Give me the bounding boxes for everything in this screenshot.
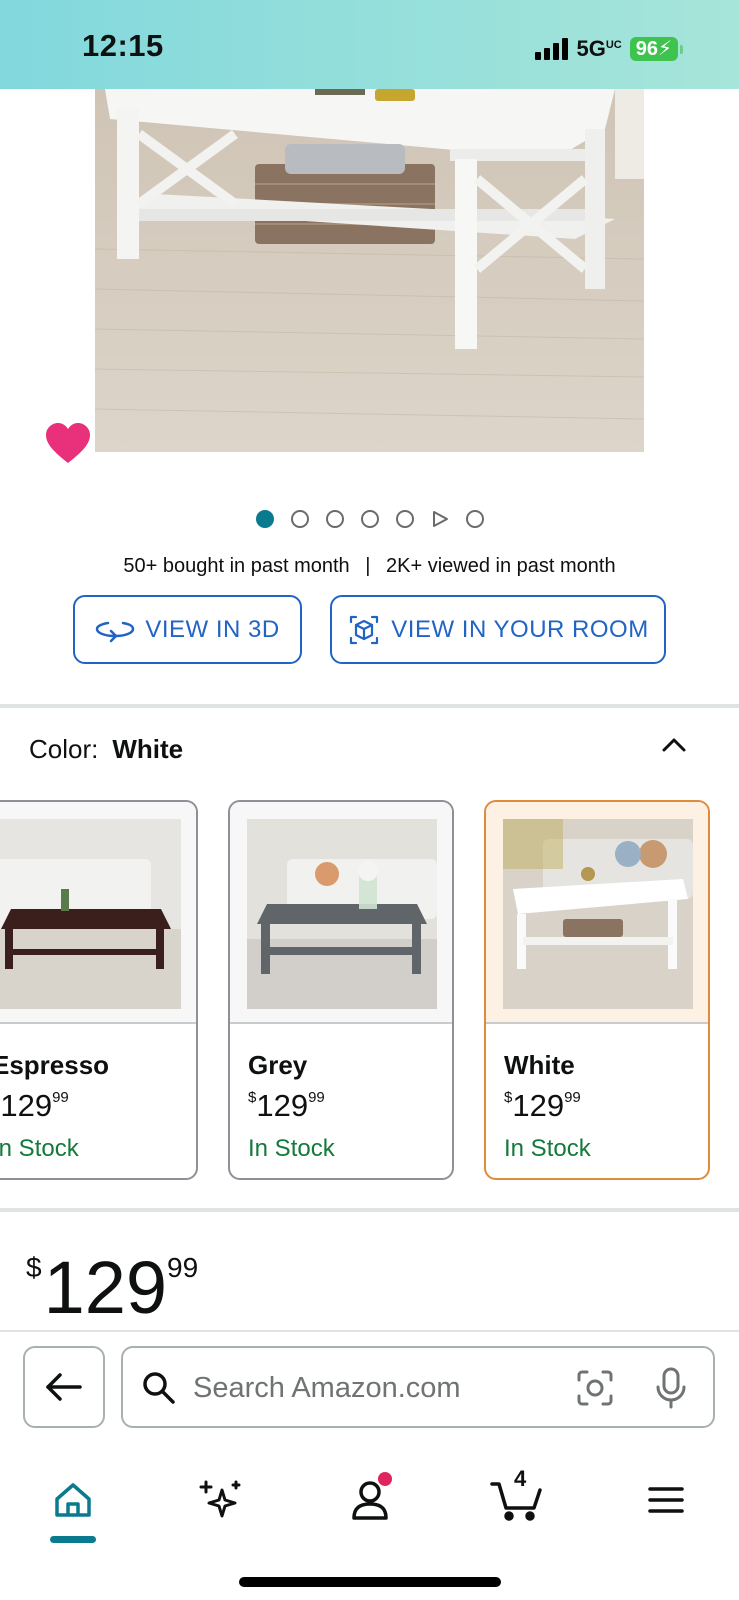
carousel-dot[interactable] — [360, 510, 379, 528]
tab-menu[interactable] — [636, 1470, 696, 1530]
color-option-price: $12999 — [504, 1088, 581, 1124]
signal-icon — [535, 38, 569, 60]
video-play-icon[interactable] — [431, 510, 449, 528]
view-in-your-room-button[interactable]: VIEW IN YOUR ROOM — [330, 595, 666, 664]
ar-cube-icon — [350, 615, 379, 644]
bought-stat: 50+ bought in past month — [123, 555, 350, 577]
tab-cart[interactable]: 4 — [488, 1466, 548, 1530]
product-image[interactable] — [95, 89, 644, 452]
arrow-left-icon — [46, 1373, 82, 1401]
view-in-your-room-label: VIEW IN YOUR ROOM — [391, 615, 649, 643]
swatch-image-area — [230, 802, 452, 1024]
network-label: 5G — [576, 36, 606, 61]
color-option-price: $12999 — [248, 1088, 325, 1124]
carousel-dot[interactable] — [465, 510, 484, 528]
price-fraction: 99 — [52, 1089, 69, 1106]
color-option-price: $12999 — [0, 1088, 69, 1124]
home-indicator — [239, 1577, 501, 1587]
stats-separator: | — [365, 555, 371, 577]
microphone-icon[interactable] — [653, 1366, 689, 1410]
battery-icon: 96⚡ — [629, 37, 683, 61]
bottom-search-bar: Search Amazon.com — [0, 1330, 739, 1452]
hamburger-menu-icon — [648, 1487, 684, 1513]
home-icon — [55, 1483, 91, 1517]
view-in-3d-label: VIEW IN 3D — [145, 615, 280, 643]
battery-percentage: 96 — [635, 38, 658, 60]
stock-status: In Stock — [0, 1135, 79, 1162]
carousel-dot[interactable] — [325, 510, 344, 528]
active-tab-indicator — [50, 1536, 96, 1543]
price-whole: 129 — [0, 1088, 53, 1123]
network-indicator: 5GUC — [576, 36, 621, 62]
white-table-image — [503, 819, 693, 1009]
battery-level: 96⚡ — [629, 37, 678, 61]
carousel-dot[interactable] — [395, 510, 414, 528]
tab-rufus[interactable] — [190, 1470, 250, 1530]
swatch-image-area — [0, 802, 196, 1024]
image-carousel-dots — [0, 510, 739, 528]
color-label: Color: — [29, 734, 99, 764]
carousel-dot-active[interactable] — [255, 510, 274, 528]
rotate-3d-icon — [96, 621, 135, 642]
section-divider — [0, 704, 739, 708]
color-option-white[interactable]: White $12999 In Stock — [484, 800, 710, 1180]
swatch-image-area — [486, 802, 708, 1024]
purchase-stats: 50+ bought in past month | 2K+ viewed in… — [0, 555, 739, 578]
search-placeholder: Search Amazon.com — [193, 1372, 461, 1404]
tab-home[interactable] — [43, 1470, 103, 1543]
price-whole: 129 — [256, 1088, 309, 1123]
stock-status: In Stock — [248, 1135, 335, 1162]
carousel-dot[interactable] — [290, 510, 309, 528]
section-divider — [0, 1208, 739, 1212]
bottom-tab-bar: 4 — [0, 1452, 739, 1600]
status-time: 12:15 — [82, 28, 164, 63]
price-fraction: 99 — [564, 1089, 581, 1106]
color-option-name: Grey — [248, 1050, 308, 1080]
price-fraction: 99 — [167, 1252, 199, 1283]
search-icon — [143, 1372, 175, 1404]
stock-status: In Stock — [504, 1135, 591, 1162]
espresso-table-image — [0, 819, 181, 1009]
search-input[interactable]: Search Amazon.com — [121, 1346, 715, 1428]
cart-count: 4 — [514, 1466, 527, 1491]
favorite-heart-icon[interactable] — [44, 420, 92, 468]
color-option-name: Espresso — [0, 1050, 110, 1080]
price-whole: 129 — [43, 1246, 168, 1329]
view-in-3d-button[interactable]: VIEW IN 3D — [73, 595, 302, 664]
chevron-up-icon[interactable] — [659, 730, 689, 760]
color-selector-header: Color: White — [29, 734, 183, 765]
product-price: $12999 — [26, 1245, 198, 1330]
viewed-stat: 2K+ viewed in past month — [386, 555, 616, 577]
status-bar: 12:15 5GUC 96⚡ — [0, 0, 739, 89]
color-option-name: White — [504, 1050, 575, 1080]
color-selected-value: White — [112, 734, 184, 764]
tab-account[interactable] — [340, 1470, 400, 1530]
network-suffix: UC — [605, 39, 622, 51]
price-fraction: 99 — [308, 1089, 325, 1106]
camera-lens-icon[interactable] — [575, 1368, 615, 1408]
notification-dot — [378, 1472, 392, 1486]
price-whole: 129 — [512, 1088, 565, 1123]
color-option-grey[interactable]: Grey $12999 In Stock — [228, 800, 454, 1180]
sparkle-icon — [199, 1480, 241, 1518]
status-indicators: 5GUC 96⚡ — [535, 36, 683, 62]
price-currency: $ — [26, 1252, 42, 1283]
grey-table-image — [247, 819, 437, 1009]
back-button[interactable] — [23, 1346, 105, 1428]
color-option-espresso[interactable]: Espresso $12999 In Stock — [0, 800, 198, 1180]
